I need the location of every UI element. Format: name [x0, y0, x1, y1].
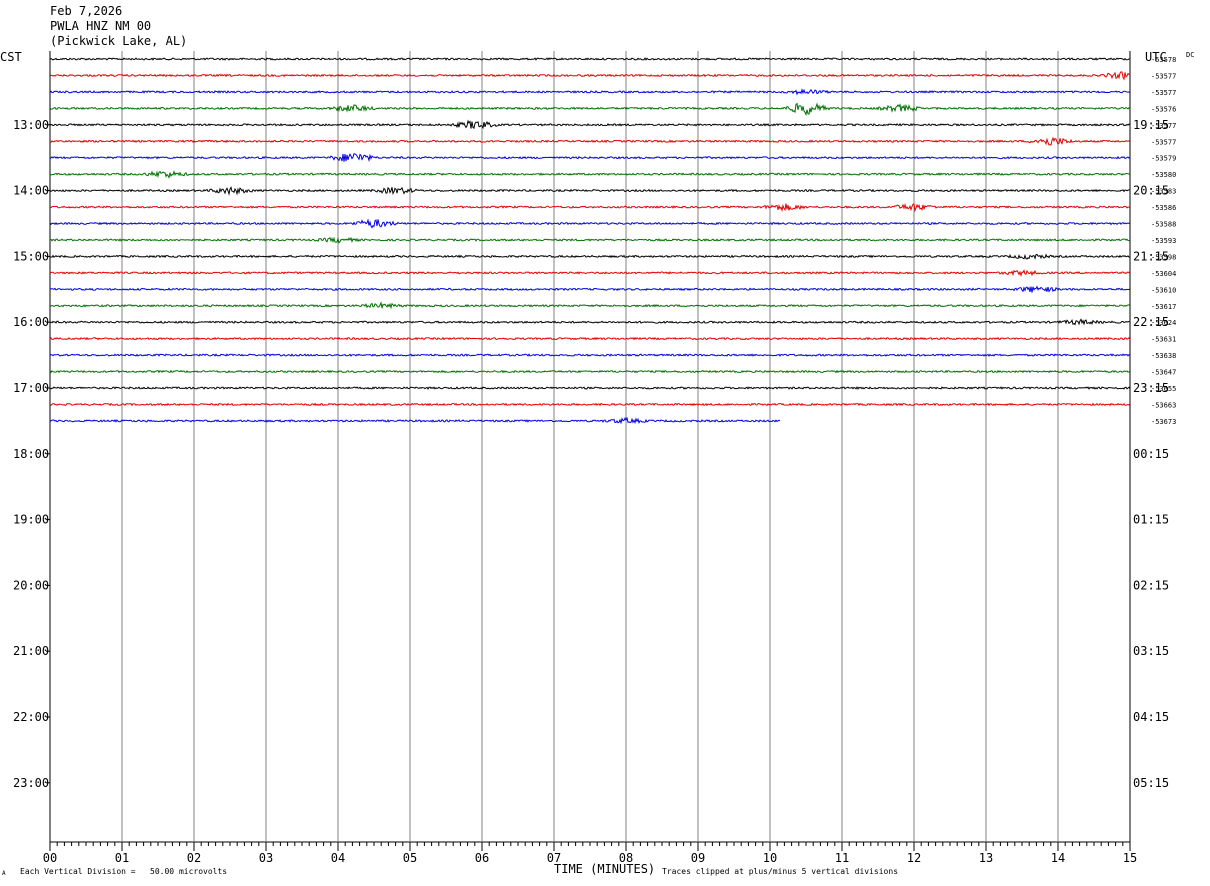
left-hour-label: 23:00 — [13, 776, 49, 790]
trace-line — [49, 301, 1131, 310]
trace-line — [49, 153, 1131, 163]
left-hour-label: 19:00 — [13, 513, 49, 527]
trace-line — [49, 102, 1131, 117]
trace-offset-label: -53586 — [1151, 204, 1176, 212]
x-tick-label: 06 — [475, 851, 489, 865]
left-hour-label: 21:00 — [13, 644, 49, 658]
x-tick-label: 05 — [403, 851, 417, 865]
x-tick-label: 01 — [115, 851, 129, 865]
right-hour-label: 02:15 — [1133, 578, 1169, 592]
clip-note: Traces clipped at plus/minus 5 vertical … — [662, 867, 899, 876]
trace-offset-label: -53588 — [1151, 221, 1176, 229]
right-hour-label: 04:15 — [1133, 710, 1169, 724]
trace-offset-label: -53583 — [1151, 188, 1176, 196]
x-axis-title: TIME (MINUTES) — [554, 862, 656, 876]
trace-offset-label: -53577 — [1151, 138, 1176, 146]
trace-offset-label: -53577 — [1151, 89, 1176, 97]
trace-line — [49, 386, 1131, 390]
trace-line — [49, 170, 1131, 179]
scale-note: Each Vertical Division = 50.00 microvolt… — [20, 867, 228, 876]
trace-offset-label: -53593 — [1151, 237, 1176, 245]
axis-labels: 00 01 02 03 04 05 06 07 08 09 10 11 12 13 14 15CST UTC DC… — [0, 50, 1194, 865]
trace-offset-label: -53631 — [1151, 336, 1176, 344]
x-tick-label: 12 — [907, 851, 921, 865]
x-tick-label: 15 — [1123, 851, 1137, 865]
trace-line — [49, 416, 781, 425]
trace-offset-label: -53604 — [1151, 270, 1176, 278]
trace-offset-label: -53578 — [1151, 56, 1176, 64]
trace-offset-label: -53655 — [1151, 385, 1176, 393]
trace-offset-label: -53647 — [1151, 369, 1176, 377]
x-tick-label: 03 — [259, 851, 273, 865]
right-hour-label: 01:15 — [1133, 513, 1169, 527]
trace-offset-label: -53610 — [1151, 286, 1176, 294]
x-tick-label: 13 — [979, 851, 993, 865]
trace-offset-label: -53598 — [1151, 253, 1176, 261]
left-hour-label: 18:00 — [13, 447, 49, 461]
trace-offset-label: -53577 — [1151, 72, 1176, 80]
trace-line — [49, 186, 1130, 196]
trace-line — [49, 369, 1131, 374]
trace-offset-label: -53624 — [1151, 319, 1176, 327]
trace-line — [49, 318, 1131, 326]
trace-line — [49, 57, 1131, 61]
trace-line — [49, 119, 1131, 130]
trace-line — [49, 269, 1131, 278]
right-hour-label: 00:15 — [1133, 447, 1169, 461]
trace-line — [49, 353, 1131, 357]
trace-line — [49, 203, 1131, 213]
trace-line — [49, 218, 1131, 229]
trace-offset-label: -53576 — [1151, 105, 1176, 113]
trace-offset-label: -53663 — [1151, 401, 1176, 409]
trace-offset-label: -53673 — [1151, 418, 1176, 426]
trace-offset-label: -53638 — [1151, 352, 1176, 360]
x-tick-label: 00 — [43, 851, 57, 865]
helicorder-plot: 00 01 02 03 04 05 06 07 08 09 10 11 12 13 14 15CST UTC DC… — [0, 50, 1194, 865]
trace-offset-label: -53617 — [1151, 303, 1176, 311]
trace-offset-label: -53577 — [1151, 122, 1176, 130]
trace-line — [49, 88, 1131, 96]
corner-mark: A — [2, 870, 6, 877]
x-tick-label: 02 — [187, 851, 201, 865]
left-hour-label: 14:00 — [13, 184, 49, 198]
right-hour-label: 05:15 — [1133, 776, 1169, 790]
x-tick-label: 09 — [691, 851, 705, 865]
left-hour-label: 16:00 — [13, 315, 49, 329]
trace-line — [49, 285, 1131, 293]
trace-offset-label: -53579 — [1151, 155, 1176, 163]
x-tick-label: 14 — [1051, 851, 1065, 865]
left-hour-label: 15:00 — [13, 249, 49, 263]
x-tick-label: 11 — [835, 851, 849, 865]
right-hour-label: 03:15 — [1133, 644, 1169, 658]
trace-line — [49, 236, 1131, 244]
seismic-traces — [49, 57, 1131, 425]
grid-lines — [46, 51, 1131, 851]
left-hour-label: 20:00 — [13, 578, 49, 592]
trace-line — [49, 136, 1131, 146]
left-hour-label: 22:00 — [13, 710, 49, 724]
trace-offset-label: -53580 — [1151, 171, 1176, 179]
trace-line — [50, 253, 1131, 261]
x-tick-label: 04 — [331, 851, 345, 865]
left-timezone-label: CST — [0, 50, 22, 64]
left-hour-label: 17:00 — [13, 381, 49, 395]
trace-line — [49, 336, 1131, 341]
trace-line — [49, 71, 1131, 81]
x-tick-label: 10 — [763, 851, 777, 865]
left-hour-label: 13:00 — [13, 118, 49, 132]
dc-label: DC — [1186, 51, 1194, 59]
trace-line — [49, 402, 1131, 407]
